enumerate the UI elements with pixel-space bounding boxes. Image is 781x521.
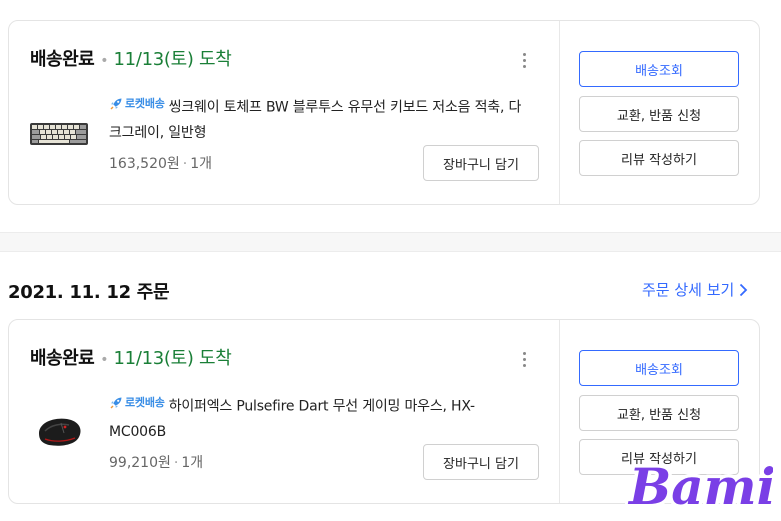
rocket-icon — [110, 98, 122, 109]
quantity: 1개 — [181, 455, 204, 471]
price: 99,210원 — [109, 455, 171, 471]
order-detail-label[interactable]: 주문 상세 보기 — [642, 279, 734, 300]
order-item-card: 배송완료 • 11/13(토) 도착 로켓배송 씽크웨이 토체프 BW 블루투스… — [8, 20, 760, 205]
arrival-date: 11/13(토) 도착 — [113, 49, 232, 70]
section-divider — [0, 232, 781, 252]
rocket-icon — [110, 397, 122, 408]
write-review-button[interactable]: 리뷰 작성하기 — [579, 140, 739, 176]
kebab-menu-icon[interactable] — [512, 348, 536, 370]
exchange-return-button[interactable]: 교환, 반품 신청 — [579, 96, 739, 132]
separator-dot: • — [100, 352, 109, 368]
separator-dot: · — [182, 156, 188, 172]
delivery-status-row: 배송완료 • 11/13(토) 도착 — [30, 45, 232, 71]
rocket-delivery-badge: 로켓배송 — [109, 91, 165, 116]
order-date: 2021. 11. 12 주문 — [8, 282, 170, 303]
order-detail-link[interactable]: 주문 상세 보기 — [642, 279, 748, 300]
delivery-status: 배송완료 — [30, 348, 95, 369]
svg-text:Bami: Bami — [627, 457, 773, 516]
separator-dot: · — [173, 455, 179, 471]
track-delivery-button[interactable]: 배송조회 — [579, 51, 739, 87]
keyboard-thumbnail[interactable] — [27, 117, 91, 151]
delivery-status-row: 배송완료 • 11/13(토) 도착 — [30, 344, 232, 370]
add-to-cart-button[interactable]: 장바구니 담기 — [423, 444, 539, 480]
product-title[interactable]: 로켓배송 하이퍼엑스 Pulsefire Dart 무선 게이밍 마우스, HX… — [109, 390, 529, 445]
mouse-thumbnail[interactable] — [27, 414, 91, 448]
delivery-status: 배송완료 — [30, 49, 95, 70]
price: 163,520원 — [109, 156, 180, 172]
card-divider — [559, 320, 560, 503]
rocket-delivery-badge: 로켓배송 — [109, 390, 165, 415]
exchange-return-button[interactable]: 교환, 반품 신청 — [579, 395, 739, 431]
quantity: 1개 — [190, 156, 213, 172]
add-to-cart-button[interactable]: 장바구니 담기 — [423, 145, 539, 181]
arrival-date: 11/13(토) 도착 — [113, 348, 232, 369]
card-divider — [559, 21, 560, 204]
chevron-right-icon — [740, 283, 748, 296]
badge-label: 로켓배송 — [125, 97, 165, 110]
track-delivery-button[interactable]: 배송조회 — [579, 350, 739, 386]
product-title[interactable]: 로켓배송 씽크웨이 토체프 BW 블루투스 유무선 키보드 저소음 적축, 다크… — [109, 91, 529, 146]
price-quantity: 99,210원 · 1개 — [109, 452, 203, 472]
separator-dot: • — [100, 53, 109, 69]
product-name[interactable]: 씽크웨이 토체프 BW 블루투스 유무선 키보드 저소음 적축, 다크그레이, … — [109, 100, 521, 141]
price-quantity: 163,520원 · 1개 — [109, 153, 212, 173]
watermark-logo: Bami Bami — [624, 450, 780, 520]
badge-label: 로켓배송 — [125, 396, 165, 409]
kebab-menu-icon[interactable] — [512, 49, 536, 71]
